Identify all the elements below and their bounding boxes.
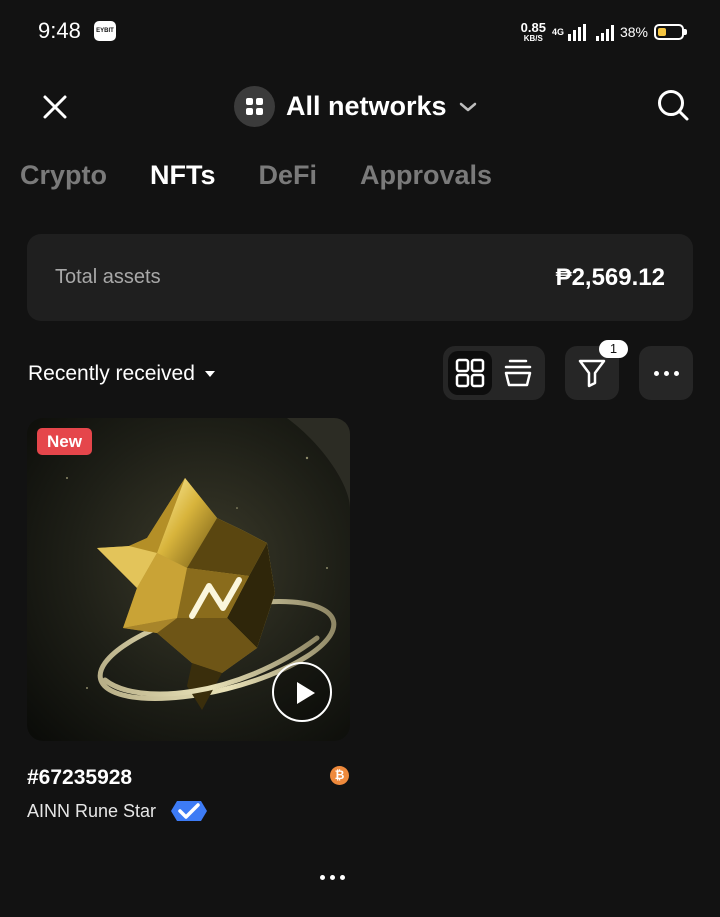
new-badge: New: [37, 428, 92, 455]
sort-label: Recently received: [28, 362, 195, 385]
tab-defi[interactable]: DeFi: [259, 160, 318, 200]
collection-name: AINN Rune Star: [27, 800, 157, 821]
signal-strength-icon-2: [595, 24, 614, 41]
signal-strength-icon: [567, 23, 586, 41]
status-time: 9:48: [38, 18, 81, 43]
nft-card[interactable]: New #67235928 ₿ AINN Rune Star: [27, 418, 350, 828]
network-grid-icon: [234, 85, 275, 127]
chevron-down-icon: [459, 102, 476, 112]
battery-icon: [654, 24, 687, 40]
total-assets-card: Total assets ₱2,569.12: [27, 234, 693, 321]
nft-collection: AINN Rune Star: [27, 798, 213, 824]
more-options-button[interactable]: [639, 346, 693, 400]
search-button[interactable]: [654, 86, 692, 124]
tab-approvals[interactable]: Approvals: [360, 160, 492, 200]
status-indicators: 0.85 KB/S 4G 38%: [520, 19, 687, 44]
network-type: 4G: [551, 27, 564, 37]
nft-token-id: #67235928: [27, 766, 133, 789]
play-icon[interactable]: [272, 662, 332, 722]
total-assets-label: Total assets: [55, 266, 161, 288]
bitcoin-icon: ₿: [330, 766, 349, 785]
network-speed-value: 0.85: [520, 19, 546, 35]
network-speed-unit: KB/S: [523, 33, 543, 43]
tab-nfts[interactable]: NFTs: [150, 160, 216, 200]
more-dots-icon: [639, 346, 693, 400]
caret-down-icon: [204, 371, 215, 377]
header: All networks: [0, 78, 720, 134]
battery-percent: 38%: [619, 24, 648, 40]
close-icon: [43, 95, 67, 119]
stack-view-button[interactable]: [496, 351, 540, 395]
verified-badge-icon: [171, 801, 208, 821]
view-toggle: [443, 346, 545, 400]
grid-view-icon: [455, 358, 485, 388]
nft-portfolio-screen: 9:48 EYBIT 0.85 KB/S 4G 38% All networks…: [0, 0, 720, 917]
tab-crypto[interactable]: Crypto: [20, 160, 107, 200]
stack-view-icon: [504, 359, 532, 387]
network-label: All networks: [286, 90, 447, 121]
asset-tabs: Crypto NFTs DeFi Approvals: [20, 160, 535, 200]
nft-artwork[interactable]: New: [27, 418, 350, 741]
network-selector[interactable]: All networks: [234, 84, 477, 128]
filter-count-badge: 1: [599, 340, 628, 358]
app-notification-icon: EYBIT: [94, 21, 116, 41]
search-icon: [658, 90, 689, 121]
total-assets-value: ₱2,569.12: [555, 264, 665, 291]
close-button[interactable]: [36, 88, 74, 126]
loading-dots-icon: [318, 870, 348, 884]
sort-selector[interactable]: Recently received: [28, 360, 215, 388]
grid-view-button[interactable]: [448, 351, 492, 395]
status-bar: 9:48 EYBIT 0.85 KB/S 4G 38%: [0, 0, 720, 62]
network-speed: 0.85 KB/S: [520, 19, 546, 43]
